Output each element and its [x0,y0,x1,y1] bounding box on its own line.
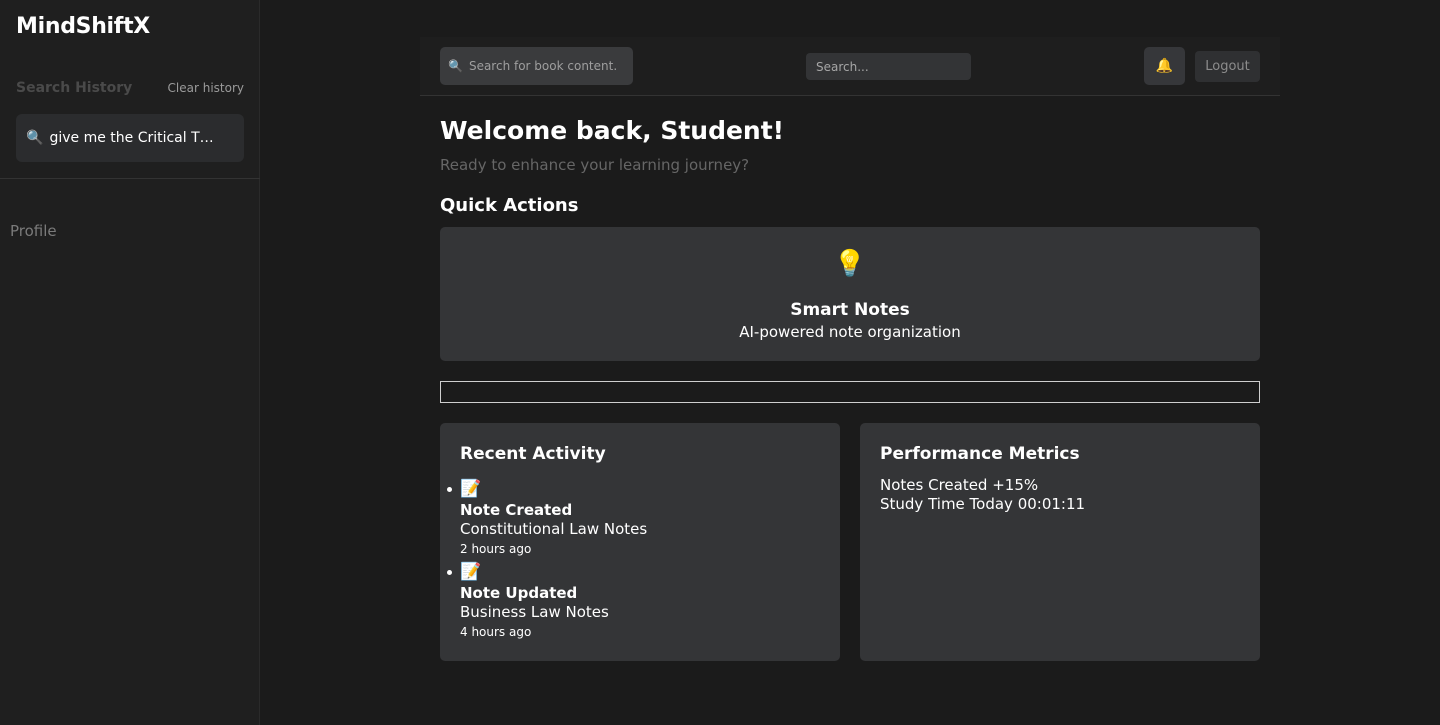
search-history-title: Search History [16,80,133,96]
book-search-placeholder: Search for book content. [468,59,618,73]
sidebar: MindShiftX Search History Clear history … [0,0,260,725]
activity-document: Business Law Notes [460,603,609,621]
list-item: 📝 Note Created Constitutional Law Notes … [446,479,648,562]
notifications-button[interactable]: 🔔 [1144,47,1185,85]
page-title: Welcome back, Student! [440,116,785,145]
sidebar-divider [0,178,260,179]
quick-actions-title: Quick Actions [440,195,579,216]
activity-document: Constitutional Law Notes [460,520,648,538]
search-icon: 🔍 [448,59,463,73]
memo-icon: 📝 [460,562,482,582]
metric-study-time: Study Time Today 00:01:11 [880,495,1086,513]
performance-metrics-title: Performance Metrics [880,444,1080,464]
lightbulb-icon: 💡 [833,249,867,279]
list-item: 📝 Note Updated Business Law Notes 4 hour… [446,562,647,645]
top-bar: 🔍 Search for book content. Search... 🔔 L… [420,37,1280,96]
brand-logo[interactable]: MindShiftX [16,14,150,39]
search-history-item[interactable]: 🔍 give me the Critical Th... [16,114,244,162]
sidebar-item-profile[interactable]: Profile [10,222,57,240]
activity-title: Note Created [460,501,573,519]
search-history-header: Search History Clear history [16,78,244,98]
quick-action-description: AI-powered note organization [739,323,961,341]
page-subtitle: Ready to enhance your learning journey? [440,156,750,174]
activity-list: 📝 Note Created Constitutional Law Notes … [446,479,648,645]
activity-time: 4 hours ago [460,625,532,639]
quick-action-title: Smart Notes [790,300,910,320]
bell-icon: 🔔 [1155,58,1174,74]
clear-history-button[interactable]: Clear history [168,81,244,95]
performance-metrics-panel: Performance Metrics Notes Created +15% S… [860,423,1260,661]
logout-button[interactable]: Logout [1195,51,1260,82]
recent-activity-panel: Recent Activity 📝 Note Created Constitut… [440,423,840,661]
recent-activity-title: Recent Activity [460,444,606,464]
empty-content-box [440,381,1260,403]
book-content-search-input[interactable]: 🔍 Search for book content. [440,47,633,85]
memo-icon: 📝 [460,479,482,499]
search-history-item-text: give me the Critical Th... [49,130,220,146]
search-icon: 🔍 [26,130,44,146]
smart-notes-card[interactable]: 💡 Smart Notes AI-powered note organizati… [440,227,1260,361]
metrics-list: Notes Created +15% Study Time Today 00:0… [880,476,1085,514]
activity-time: 2 hours ago [460,542,532,556]
activity-title: Note Updated [460,584,578,602]
search-input[interactable]: Search... [806,53,971,80]
metric-notes-created: Notes Created +15% [880,476,1039,494]
